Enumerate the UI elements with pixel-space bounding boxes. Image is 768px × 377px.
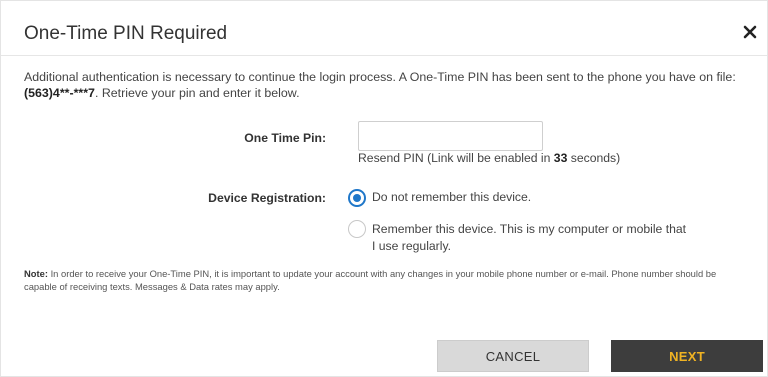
masked-phone: (563)4**-***7 (24, 86, 95, 100)
resend-text-after: seconds) (567, 151, 621, 165)
resend-pin-link: Resend PIN (Link will be enabled in 33 s… (358, 151, 620, 165)
note-text: Note: In order to receive your One-Time … (24, 267, 724, 293)
do-not-remember-radio[interactable] (348, 189, 366, 207)
device-registration-label: Device Registration: (208, 191, 326, 205)
remember-device-label[interactable]: Remember this device. This is my compute… (372, 221, 692, 255)
remember-device-radio[interactable] (348, 220, 366, 238)
next-button[interactable]: NEXT (611, 340, 763, 372)
note-body: In order to receive your One-Time PIN, i… (24, 268, 717, 292)
otp-dialog: One-Time PIN Required Additional authent… (0, 0, 768, 377)
dialog-title: One-Time PIN Required (24, 23, 228, 44)
intro-text-before: Additional authentication is necessary t… (24, 70, 736, 84)
resend-countdown: 33 (553, 151, 568, 165)
close-button[interactable] (739, 21, 761, 43)
note-prefix: Note: (24, 268, 48, 279)
pin-input[interactable] (358, 121, 543, 151)
do-not-remember-label[interactable]: Do not remember this device. (372, 189, 531, 206)
remember-device-label-text: Remember this device. This is my compute… (372, 222, 687, 253)
pin-label: One Time Pin: (244, 131, 326, 145)
intro-text: Additional authentication is necessary t… (24, 69, 749, 101)
header-divider (1, 55, 767, 56)
intro-text-after: . Retrieve your pin and enter it below. (94, 86, 300, 100)
resend-text-before: Resend PIN (Link will be enabled in (358, 151, 554, 165)
close-icon (743, 25, 757, 39)
cancel-button[interactable]: CANCEL (437, 340, 589, 372)
